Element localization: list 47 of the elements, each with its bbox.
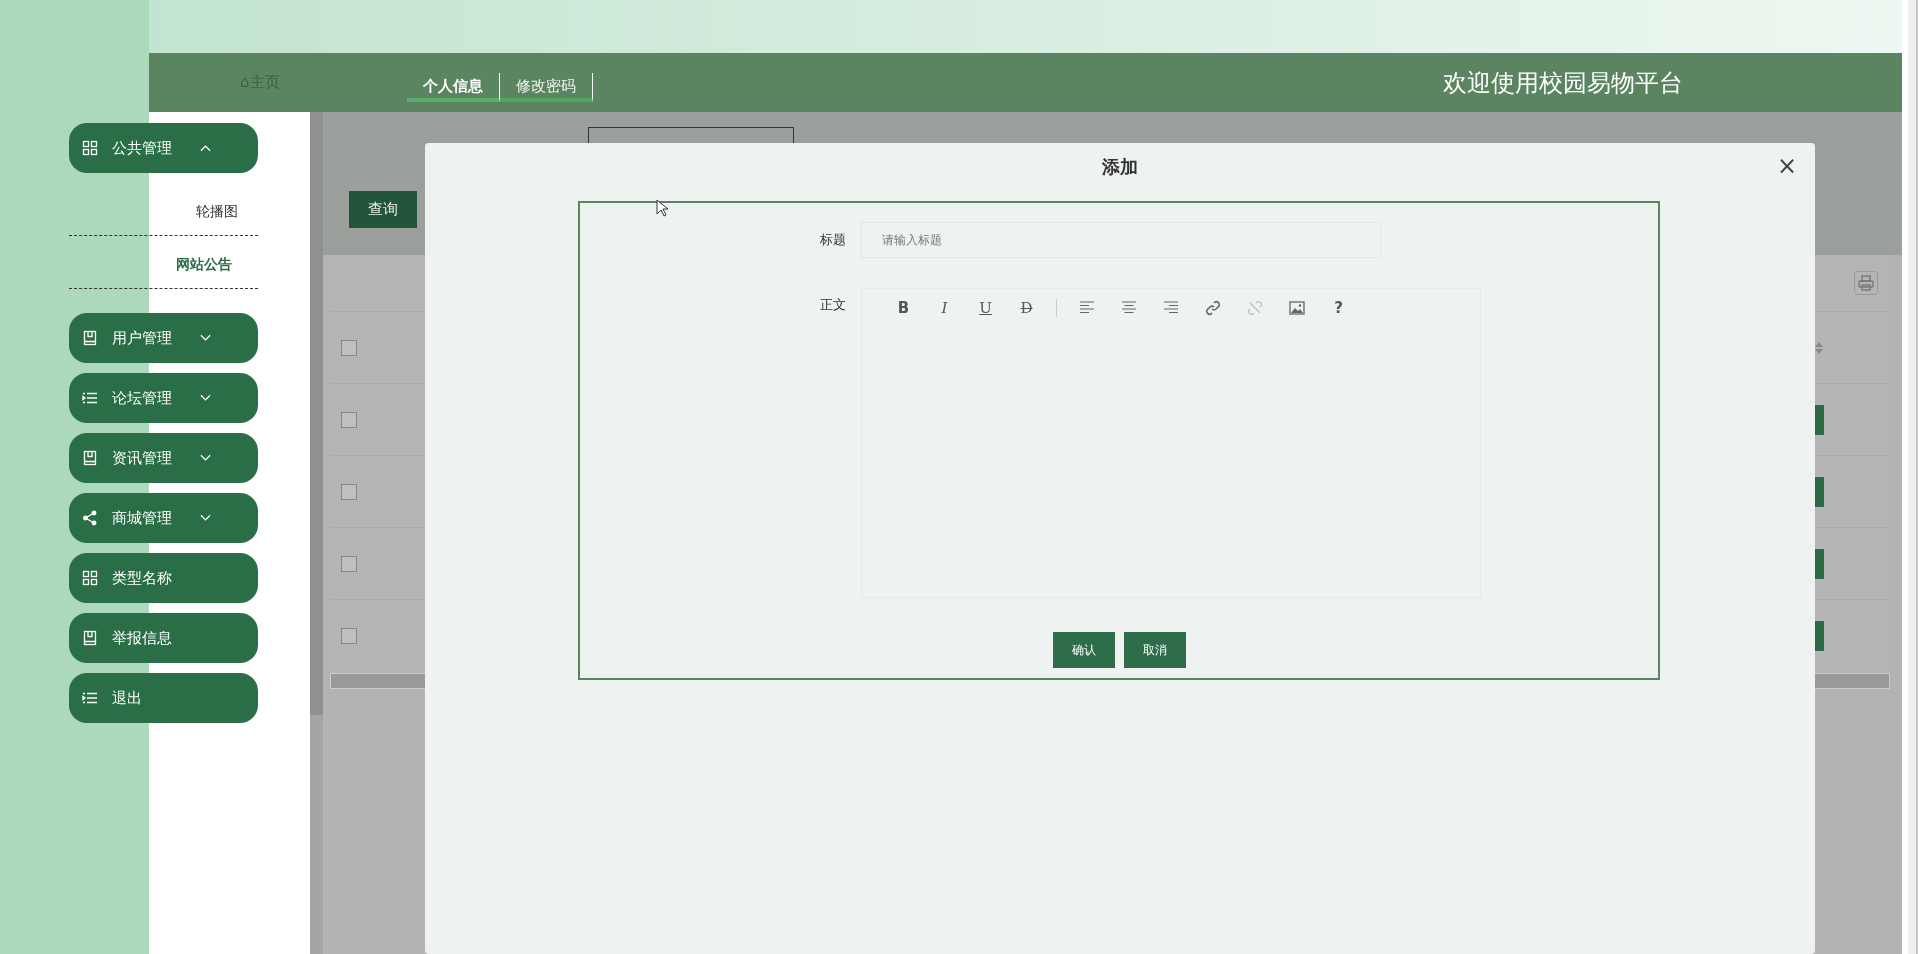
checkbox[interactable]	[341, 483, 357, 500]
list-icon	[82, 690, 98, 706]
align-right-icon[interactable]	[1163, 300, 1179, 316]
bold-button[interactable]: B	[892, 299, 915, 317]
align-left-icon[interactable]	[1079, 300, 1095, 316]
menu-item[interactable]: 类型名称	[69, 553, 258, 603]
rich-text-editor[interactable]: B I U D ?	[861, 288, 1481, 598]
dialog-button[interactable]: 取消	[1123, 632, 1186, 668]
menu-item[interactable]: 举报信息	[69, 613, 258, 663]
menu-item[interactable]: 公共管理	[69, 123, 258, 173]
grid-icon	[82, 140, 98, 156]
header-tab[interactable]: 个人信息	[406, 73, 500, 102]
menu-item[interactable]: 商城管理	[69, 493, 258, 543]
field-label: 正文	[819, 296, 846, 314]
menu-item[interactable]: 用户管理	[69, 313, 258, 363]
image-icon[interactable]	[1289, 300, 1305, 316]
book-icon	[82, 330, 98, 346]
help-button[interactable]: ?	[1327, 299, 1350, 317]
checkbox[interactable]	[341, 411, 357, 428]
submenu-item[interactable]: 网站公告	[69, 236, 258, 289]
list-icon	[82, 390, 98, 406]
dialog-title: 添加	[1102, 155, 1138, 179]
title-input[interactable]: 请输入标题	[861, 222, 1381, 258]
grid-icon	[82, 570, 98, 586]
menu-item[interactable]: 资讯管理	[69, 433, 258, 483]
print-icon[interactable]	[1854, 271, 1878, 295]
submenu-item[interactable]: 轮播图	[69, 183, 258, 236]
query-button[interactable]: 查询	[349, 191, 417, 228]
link-icon[interactable]	[1205, 300, 1221, 316]
header-tab[interactable]: 修改密码	[499, 73, 593, 102]
site-title: 欢迎使用校园易物平台	[1443, 67, 1683, 99]
align-center-icon[interactable]	[1121, 300, 1137, 316]
field-label: 标题	[819, 231, 846, 249]
book-icon	[82, 630, 98, 646]
menu-item[interactable]: 论坛管理	[69, 373, 258, 423]
italic-button[interactable]: I	[933, 299, 956, 317]
checkbox[interactable]	[341, 339, 357, 356]
pointer-icon	[656, 199, 668, 217]
menu-item[interactable]: 退出	[69, 673, 258, 723]
strike-button[interactable]: D	[1015, 299, 1038, 317]
dialog-button[interactable]: 确认	[1052, 632, 1115, 668]
share-icon	[82, 510, 98, 526]
book-icon	[82, 450, 98, 466]
underline-button[interactable]: U	[974, 299, 997, 317]
checkbox[interactable]	[341, 627, 357, 644]
checkbox[interactable]	[341, 555, 357, 572]
close-button[interactable]: ×	[1772, 154, 1801, 178]
